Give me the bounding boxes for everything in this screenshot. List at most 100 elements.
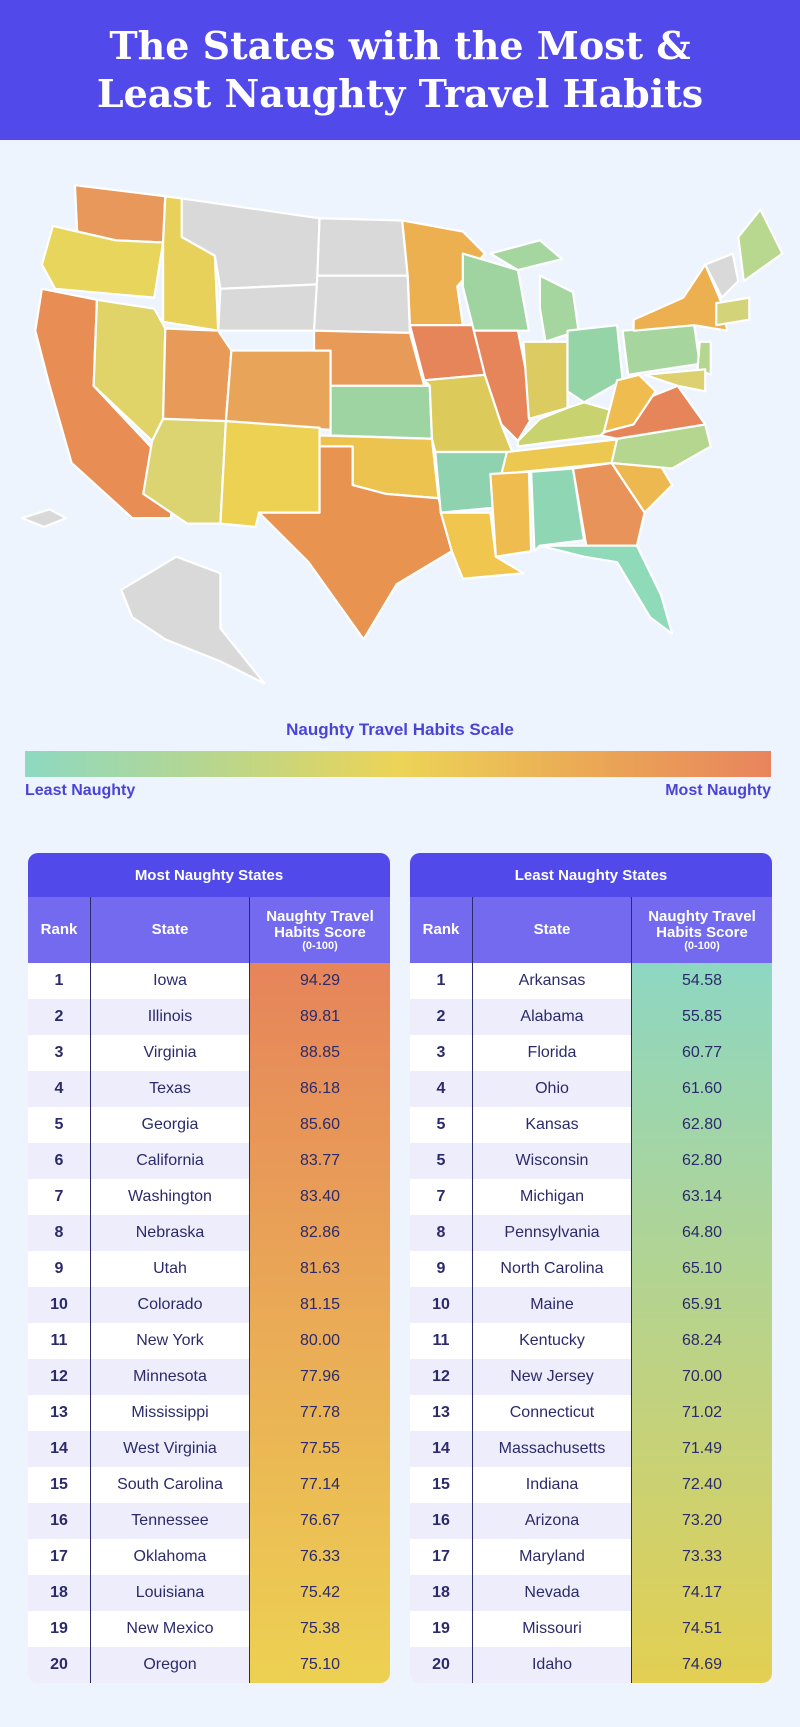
cell-rank: 14 [410, 1431, 473, 1467]
cell-score: 76.33 [249, 1539, 390, 1575]
cell-state: Arizona [472, 1503, 632, 1539]
table-row: 5 Georgia 85.60 [28, 1107, 390, 1143]
scale-gradient-bar [25, 751, 771, 777]
cell-rank: 20 [410, 1647, 473, 1683]
cell-state: Utah [90, 1251, 250, 1287]
us-choropleth-map [20, 184, 784, 685]
most-naughty-table: Most Naughty States Rank State Naughty T… [28, 853, 390, 1683]
col-state: State [90, 897, 250, 963]
cell-state: Oregon [90, 1647, 250, 1683]
cell-state: Massachusetts [472, 1431, 632, 1467]
cell-rank: 12 [410, 1359, 473, 1395]
cell-score: 73.20 [631, 1503, 772, 1539]
cell-state: Ohio [472, 1071, 632, 1107]
cell-state: Oklahoma [90, 1539, 250, 1575]
cell-score: 86.18 [249, 1071, 390, 1107]
cell-score: 55.85 [631, 999, 772, 1035]
cell-state: Connecticut [472, 1395, 632, 1431]
table-row: 8 Nebraska 82.86 [28, 1215, 390, 1251]
state-co [224, 349, 332, 432]
cell-rank: 9 [410, 1251, 473, 1287]
cell-state: Mississippi [90, 1395, 250, 1431]
page-title: The States with the Most & Least Naughty… [96, 23, 704, 116]
scale-low-label: Least Naughty [25, 782, 136, 799]
table-row: 19 New Mexico 75.38 [28, 1611, 390, 1647]
table-row: 12 Minnesota 77.96 [28, 1359, 390, 1395]
table-row: 4 Texas 86.18 [28, 1071, 390, 1107]
cell-score: 81.63 [249, 1251, 390, 1287]
cell-state: Georgia [90, 1107, 250, 1143]
cell-rank: 3 [28, 1035, 91, 1071]
state-ne [312, 329, 426, 387]
table-row: 8 Pennsylvania 64.80 [410, 1215, 772, 1251]
cell-rank: 8 [28, 1215, 91, 1251]
cell-rank: 12 [28, 1359, 91, 1395]
cell-score: 85.60 [249, 1107, 390, 1143]
cell-state: Indiana [472, 1467, 632, 1503]
table-row: 20 Oregon 75.10 [28, 1647, 390, 1683]
cell-rank: 11 [28, 1323, 91, 1359]
cell-state: Nebraska [90, 1215, 250, 1251]
cell-rank: 13 [410, 1395, 473, 1431]
col-score-label: Naughty Travel Habits Score [648, 907, 756, 941]
cell-state: South Carolina [90, 1467, 250, 1503]
cell-score: 68.24 [631, 1323, 772, 1359]
cell-rank: 2 [28, 999, 91, 1035]
cell-score: 54.58 [631, 963, 772, 999]
cell-state: Kansas [472, 1107, 632, 1143]
cell-state: Florida [472, 1035, 632, 1071]
table-row: 10 Maine 65.91 [410, 1287, 772, 1323]
cell-state: Arkansas [472, 963, 632, 999]
cell-score: 60.77 [631, 1035, 772, 1071]
cell-rank: 5 [410, 1107, 473, 1143]
cell-state: Illinois [90, 999, 250, 1035]
cell-rank: 17 [28, 1539, 91, 1575]
cell-state: Louisiana [90, 1575, 250, 1611]
cell-score: 80.00 [249, 1323, 390, 1359]
cell-score: 72.40 [631, 1467, 772, 1503]
cell-rank: 19 [410, 1611, 473, 1647]
cell-score: 64.80 [631, 1215, 772, 1251]
cell-state: Alabama [472, 999, 632, 1035]
state-sd [312, 274, 412, 335]
cell-score: 83.40 [249, 1179, 390, 1215]
state-ut [161, 327, 233, 423]
table-row: 11 Kentucky 68.24 [410, 1323, 772, 1359]
col-rank: Rank [410, 897, 473, 963]
cell-rank: 6 [28, 1143, 91, 1179]
cell-score: 82.86 [249, 1215, 390, 1251]
table-row: 20 Idaho 74.69 [410, 1647, 772, 1683]
cell-score: 77.14 [249, 1467, 390, 1503]
cell-state: Pennsylvania [472, 1215, 632, 1251]
cell-rank: 3 [410, 1035, 473, 1071]
cell-state: Colorado [90, 1287, 250, 1323]
header-banner: The States with the Most & Least Naughty… [0, 0, 800, 140]
table-row: 15 South Carolina 77.14 [28, 1467, 390, 1503]
col-score: Naughty Travel Habits Score (0-100) [249, 897, 390, 963]
table-row: 7 Washington 83.40 [28, 1179, 390, 1215]
table-row: 6 California 83.77 [28, 1143, 390, 1179]
cell-state: Maine [472, 1287, 632, 1323]
cell-score: 75.10 [249, 1647, 390, 1683]
cell-state: North Carolina [472, 1251, 632, 1287]
cell-rank: 8 [410, 1215, 473, 1251]
cell-score: 74.51 [631, 1611, 772, 1647]
cell-state: Iowa [90, 963, 250, 999]
cell-rank: 5 [410, 1143, 473, 1179]
cell-state: New York [90, 1323, 250, 1359]
cell-state: California [90, 1143, 250, 1179]
cell-rank: 17 [410, 1539, 473, 1575]
cell-state: Texas [90, 1071, 250, 1107]
cell-rank: 16 [410, 1503, 473, 1539]
table-title: Least Naughty States [410, 853, 772, 897]
table-row: 12 New Jersey 70.00 [410, 1359, 772, 1395]
state-ms [489, 470, 533, 558]
cell-rank: 10 [28, 1287, 91, 1323]
cell-score: 94.29 [249, 963, 390, 999]
table-row: 13 Mississippi 77.78 [28, 1395, 390, 1431]
table-row: 2 Alabama 55.85 [410, 999, 772, 1035]
cell-score: 75.38 [249, 1611, 390, 1647]
cell-rank: 9 [28, 1251, 91, 1287]
cell-rank: 18 [28, 1575, 91, 1611]
col-score-label: Naughty Travel Habits Score [266, 907, 374, 941]
